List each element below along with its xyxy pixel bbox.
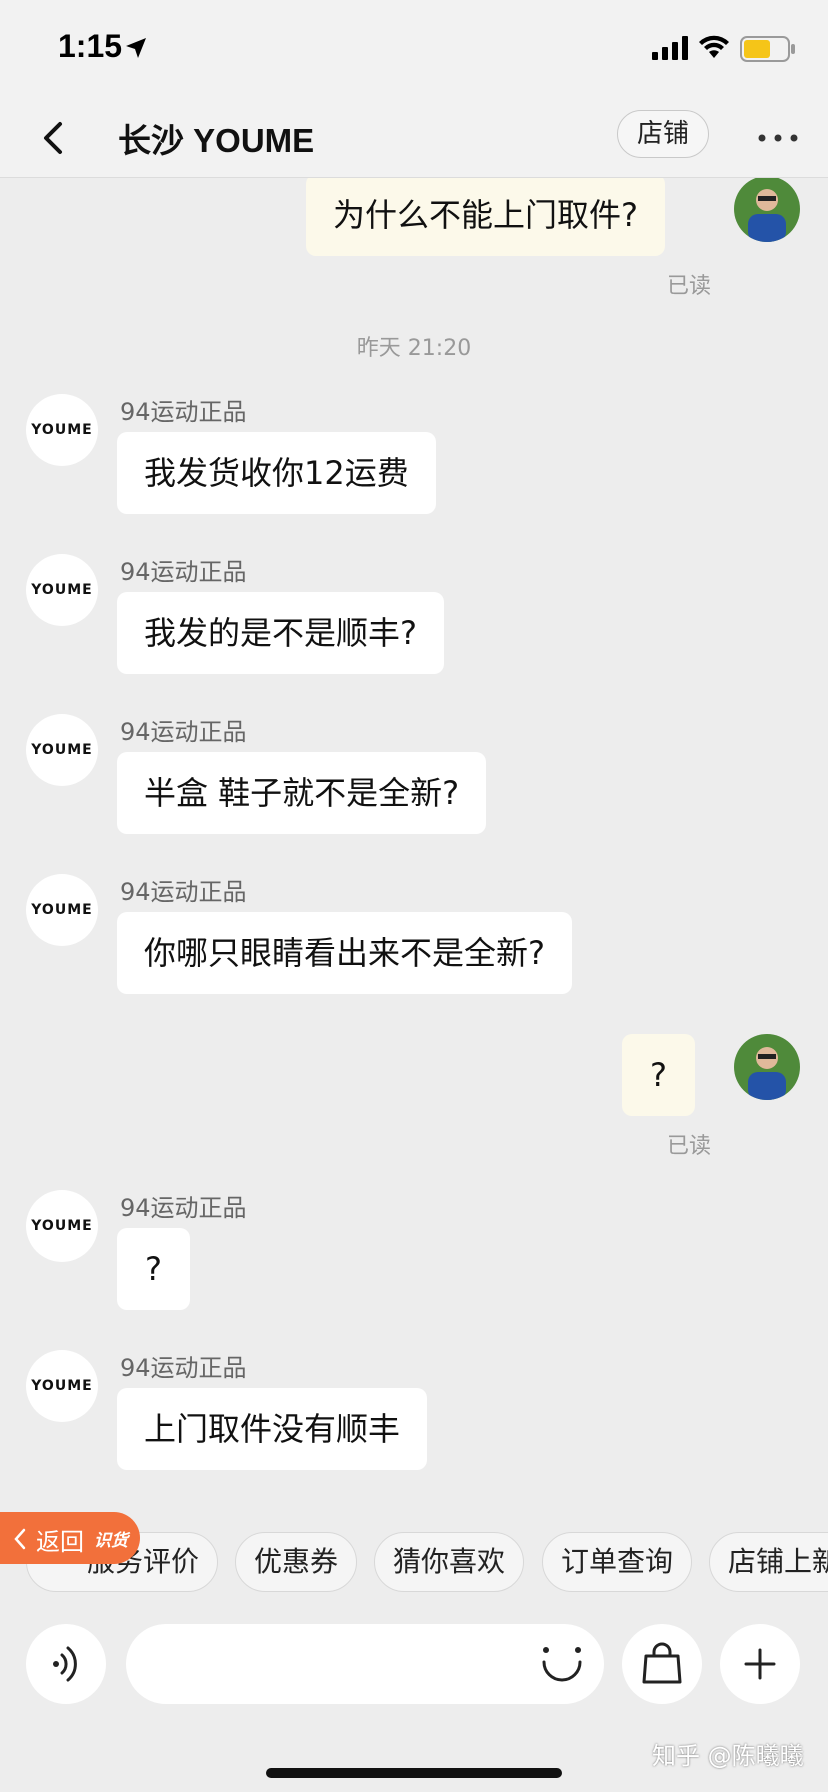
- incoming-message[interactable]: 上门取件没有顺丰: [117, 1388, 428, 1470]
- sender-name: 94运动正品: [120, 398, 247, 426]
- shop-avatar[interactable]: YOUME: [26, 874, 98, 946]
- app-badge: 识货: [94, 1531, 128, 1551]
- return-button[interactable]: 返回 识货: [0, 1512, 140, 1564]
- message-timestamp: 昨天 21:20: [356, 336, 472, 361]
- my-avatar[interactable]: [734, 1034, 800, 1100]
- watermark: 知乎 @陈曦曦: [652, 1742, 804, 1770]
- chip-guess-you-like[interactable]: 猜你喜欢: [374, 1532, 525, 1592]
- avatar-photo: [734, 178, 800, 242]
- shop-avatar[interactable]: YOUME: [26, 714, 98, 786]
- message-input[interactable]: [126, 1624, 604, 1704]
- shop-avatar[interactable]: YOUME: [26, 554, 98, 626]
- sender-name: 94运动正品: [120, 558, 247, 586]
- signal-icon: [652, 36, 688, 60]
- outgoing-message[interactable]: ?: [622, 1034, 695, 1116]
- chip-coupons[interactable]: 优惠券: [235, 1532, 358, 1592]
- chat-header: 长沙 YOUME 店铺: [0, 100, 828, 178]
- input-bar: 知乎 @陈曦曦: [0, 1608, 828, 1792]
- incoming-message[interactable]: 你哪只眼睛看出来不是全新?: [117, 912, 572, 994]
- voice-icon: [53, 1646, 77, 1682]
- sender-name: 94运动正品: [120, 1354, 247, 1382]
- more-icon[interactable]: [756, 116, 800, 160]
- my-avatar[interactable]: [734, 178, 800, 242]
- back-arrow-icon[interactable]: [34, 116, 74, 160]
- battery-icon: [740, 36, 795, 62]
- chat-messages[interactable]: 为什么不能上门取件? 已读 昨天 21:20 YOUME 94运动正品 我发货收…: [0, 178, 828, 1518]
- shop-button[interactable]: 店铺: [617, 110, 709, 158]
- location-arrow-icon: [126, 38, 146, 58]
- plus-icon: [744, 1648, 776, 1680]
- incoming-message[interactable]: 我发的是不是顺丰?: [117, 592, 444, 674]
- read-receipt: 已读: [667, 1134, 712, 1159]
- status-bar: 1:15: [0, 0, 828, 100]
- emoji-icon[interactable]: [540, 1644, 584, 1688]
- chip-order-lookup[interactable]: 订单查询: [542, 1532, 693, 1592]
- shop-avatar[interactable]: YOUME: [26, 394, 98, 466]
- shop-avatar[interactable]: YOUME: [26, 1350, 98, 1422]
- chat-title: 长沙 YOUME: [118, 122, 315, 159]
- incoming-message[interactable]: ?: [117, 1228, 190, 1310]
- home-indicator[interactable]: [266, 1768, 562, 1778]
- sender-name: 94运动正品: [120, 1194, 247, 1222]
- avatar-photo: [734, 1034, 800, 1100]
- chevron-left-icon: [14, 1528, 26, 1550]
- sender-name: 94运动正品: [120, 878, 247, 906]
- chip-new-arrivals[interactable]: 店铺上新: [709, 1532, 828, 1592]
- incoming-message[interactable]: 我发货收你12运费: [117, 432, 436, 514]
- shop-avatar[interactable]: YOUME: [26, 1190, 98, 1262]
- wifi-icon: [699, 35, 729, 58]
- incoming-message[interactable]: 半盒 鞋子就不是全新?: [117, 752, 487, 834]
- return-label: 返回: [36, 1528, 84, 1556]
- status-time: 1:15: [58, 28, 123, 64]
- sender-name: 94运动正品: [120, 718, 247, 746]
- more-actions-button[interactable]: [720, 1624, 800, 1704]
- outgoing-message[interactable]: 为什么不能上门取件?: [306, 178, 665, 256]
- read-receipt: 已读: [667, 274, 712, 299]
- shopping-bag-icon: [642, 1642, 682, 1684]
- voice-button[interactable]: [26, 1624, 106, 1704]
- shopping-bag-button[interactable]: [622, 1624, 702, 1704]
